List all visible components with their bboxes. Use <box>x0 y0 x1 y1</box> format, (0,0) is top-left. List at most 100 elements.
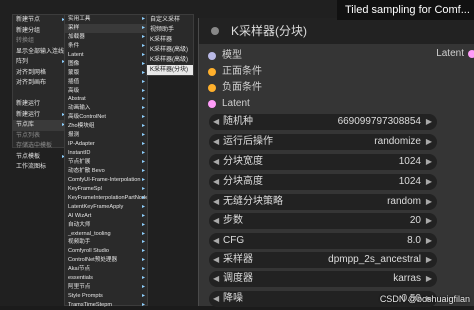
widget-tiling-strategy[interactable]: ◀ 无缝分块策略 random ▶ <box>209 194 437 210</box>
increment-arrow-icon[interactable]: ▶ <box>426 154 432 170</box>
menu-item[interactable]: 存储选中模板 <box>13 141 67 152</box>
menu-item[interactable]: K采样器(分块) <box>147 65 193 75</box>
decrement-arrow-icon[interactable]: ◀ <box>213 291 219 307</box>
decrement-arrow-icon[interactable]: ◀ <box>213 252 219 268</box>
increment-arrow-icon[interactable]: ▶ <box>426 271 432 287</box>
menu-item[interactable]: 条件 ▸ <box>65 42 147 51</box>
menu-item[interactable]: 阿里节点 ▸ <box>65 283 147 292</box>
widget-control-after[interactable]: ◀ 运行后操作 randomize ▶ <box>209 134 437 150</box>
slot-dot[interactable] <box>208 52 216 60</box>
node-collapse-dot[interactable] <box>211 27 219 35</box>
menu-item[interactable]: KeyFrameSpl ▸ <box>65 185 147 194</box>
slot-label: Latent <box>222 98 250 109</box>
menu-item[interactable]: 采样 ▸ <box>65 23 147 33</box>
decrement-arrow-icon[interactable]: ◀ <box>213 271 219 287</box>
menu-item[interactable]: essentials ▸ <box>65 274 147 283</box>
widget-tile-width[interactable]: ◀ 分块宽度 1024 ▶ <box>209 154 437 170</box>
increment-arrow-icon[interactable]: ▶ <box>426 134 432 150</box>
menu-item[interactable]: 显示全部输入连线 <box>13 47 67 58</box>
menu-item[interactable]: Style Prompts ▸ <box>65 292 147 301</box>
menu-item[interactable]: 报测 ▸ <box>65 131 147 140</box>
menu-item[interactable]: 工作流图标 <box>13 162 67 173</box>
widget-tile-height[interactable]: ◀ 分块高度 1024 ▶ <box>209 174 437 190</box>
menu-item[interactable]: 对齐到网格 <box>13 68 67 79</box>
decrement-arrow-icon[interactable]: ◀ <box>213 174 219 190</box>
decrement-arrow-icon[interactable]: ◀ <box>213 213 219 229</box>
menu-item[interactable]: 新建运行▸ <box>13 110 67 121</box>
slot-dot[interactable] <box>468 50 474 58</box>
menu-item[interactable]: _external_tooling ▸ <box>65 230 147 239</box>
menu-item[interactable]: 动画输入 ▸ <box>65 104 147 113</box>
output-slot-latent[interactable]: Latent <box>436 48 474 59</box>
menu-item[interactable]: 视频助手 <box>147 25 193 35</box>
menu-item[interactable]: 节点列表 <box>13 131 67 142</box>
menu-item[interactable]: LatentKeyFrameApply ▸ <box>65 203 147 212</box>
menu-item[interactable]: 对齐到画布 <box>13 78 67 89</box>
submenu-arrow-icon: ▸ <box>141 176 145 183</box>
decrement-arrow-icon[interactable]: ◀ <box>213 194 219 210</box>
menu-item[interactable]: 自动大师 ▸ <box>65 221 147 230</box>
menu-item[interactable]: 高级 ▸ <box>65 87 147 96</box>
widget-sampler[interactable]: ◀ 采样器 dpmpp_2s_ancestral ▶ <box>209 252 437 268</box>
menu-item[interactable]: 新建分组 <box>13 26 67 37</box>
increment-arrow-icon[interactable]: ▶ <box>426 174 432 190</box>
input-slot-latent[interactable]: Latent <box>208 98 250 110</box>
decrement-arrow-icon[interactable]: ◀ <box>213 114 219 130</box>
menu-item[interactable]: 视频助手 ▸ <box>65 238 147 247</box>
widget-seed[interactable]: ◀ 随机种 669099797308854 ▶ <box>209 114 437 130</box>
menu-item[interactable]: 节点扩展 ▸ <box>65 158 147 167</box>
menu-item[interactable]: 动态扩散 Bevo ▸ <box>65 167 147 176</box>
node-tooltip: Tiled sampling for Comf... <box>337 0 474 20</box>
menu-item[interactable]: Comfyroll Studio ▸ <box>65 247 147 256</box>
menu-item[interactable]: 实用工具 ▸ <box>65 15 147 24</box>
menu-item[interactable]: 新建节点▸ <box>13 15 67 26</box>
menu-item[interactable]: K采样器(高级) <box>147 55 193 65</box>
submenu-arrow-icon: ▸ <box>141 257 145 264</box>
menu-item[interactable]: InstantID ▸ <box>65 149 147 158</box>
slot-dot[interactable] <box>208 84 216 92</box>
menu-item[interactable]: ComfyUI-Frame-Interpolation ▸ <box>65 176 147 185</box>
increment-arrow-icon[interactable]: ▶ <box>426 252 432 268</box>
increment-arrow-icon[interactable]: ▶ <box>426 114 432 130</box>
decrement-arrow-icon[interactable]: ◀ <box>213 154 219 170</box>
menu-item[interactable]: 蒙版 ▸ <box>65 69 147 78</box>
menu-item[interactable]: IP-Adapter ▸ <box>65 140 147 149</box>
menu-item[interactable]: Abstrat ▸ <box>65 95 147 104</box>
menu-item[interactable]: ControlNet预处理器 ▸ <box>65 256 147 265</box>
input-slot-model[interactable]: 模型 <box>208 50 242 62</box>
decrement-arrow-icon[interactable]: ◀ <box>213 134 219 150</box>
menu-item[interactable]: K采样器(高级) <box>147 45 193 55</box>
menu-item[interactable]: Akai节点 ▸ <box>65 265 147 274</box>
menu-item[interactable]: Zho模块组 ▸ <box>65 122 147 131</box>
widget-steps[interactable]: ◀ 步数 20 ▶ <box>209 213 437 229</box>
increment-arrow-icon[interactable]: ▶ <box>426 213 432 229</box>
menu-item[interactable]: Latent ▸ <box>65 51 147 60</box>
menu-item[interactable]: 节点模板▸ <box>13 152 67 163</box>
menu-item[interactable]: 图像 ▸ <box>65 60 147 69</box>
menu-item[interactable]: TramsTimeStepm ▸ <box>65 301 147 310</box>
slot-dot[interactable] <box>208 100 216 108</box>
menu-item[interactable]: 高级ControlNet ▸ <box>65 113 147 122</box>
menu-item-label: K采样器 <box>150 37 173 43</box>
input-slot-positive[interactable]: 正面条件 <box>208 66 262 78</box>
widget-scheduler[interactable]: ◀ 调度器 karras ▶ <box>209 271 437 287</box>
node-title-bar[interactable]: K采样器(分块) <box>199 18 474 44</box>
menu-item[interactable]: K采样器 <box>147 35 193 45</box>
input-slot-negative[interactable]: 负面条件 <box>208 82 262 94</box>
menu-item[interactable]: 新建运行 <box>13 99 67 110</box>
menu-item[interactable]: 节点库▸ <box>13 120 67 131</box>
menu-item[interactable] <box>13 89 67 100</box>
increment-arrow-icon[interactable]: ▶ <box>426 194 432 210</box>
menu-item[interactable]: 转换组 <box>13 36 67 47</box>
menu-item[interactable]: 加载器 ▸ <box>65 33 147 42</box>
menu-item[interactable]: 自定义采样 <box>147 15 193 25</box>
slot-dot[interactable] <box>208 68 216 76</box>
menu-item[interactable]: KeyFrameInterpolationPartNode ▸ <box>65 194 147 203</box>
menu-item[interactable]: 插值 ▸ <box>65 78 147 87</box>
menu-item[interactable]: 阵列▸ <box>13 57 67 68</box>
menu-item[interactable]: AI WizArt ▸ <box>65 212 147 221</box>
menu-item-label: 新建运行 <box>16 101 41 107</box>
decrement-arrow-icon[interactable]: ◀ <box>213 233 219 249</box>
increment-arrow-icon[interactable]: ▶ <box>426 233 432 249</box>
widget-cfg[interactable]: ◀ CFG 8.0 ▶ <box>209 233 437 249</box>
